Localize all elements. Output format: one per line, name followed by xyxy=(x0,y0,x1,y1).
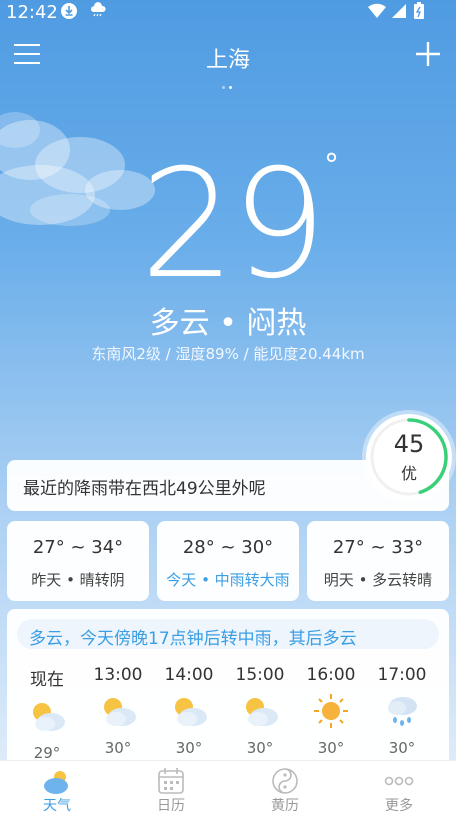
day-temp-range: 28° ~ 30° xyxy=(182,537,274,558)
day-card-yesterday[interactable]: 27° ~ 34° 昨天 • 晴转阴 xyxy=(7,521,149,601)
partly-cloudy-icon xyxy=(88,693,148,729)
aqi-value: 45 xyxy=(393,430,425,458)
bottom-nav: 天气 日历 黄历 更多 xyxy=(0,760,456,822)
add-city-icon[interactable] xyxy=(416,42,440,66)
city-name[interactable]: 上海 xyxy=(0,42,456,74)
nav-more[interactable]: 更多 xyxy=(342,761,456,822)
hour-item: 15:00 30° xyxy=(230,665,290,757)
hour-time: 14:00 xyxy=(164,665,214,685)
hour-time: 17:00 xyxy=(377,665,427,685)
hour-item: 14:00 30° xyxy=(159,665,219,757)
day-description: 昨天 • 晴转阴 xyxy=(31,571,125,589)
nav-label: 更多 xyxy=(385,798,413,814)
status-time: 12:42 xyxy=(6,2,58,23)
nav-label: 黄历 xyxy=(271,798,299,814)
day-description: 明天 • 多云转晴 xyxy=(323,571,433,589)
hour-item: 现在 29° xyxy=(17,665,77,762)
current-condition: 多云 • 闷热 xyxy=(149,306,307,341)
hour-temp: 30° xyxy=(388,739,416,757)
wifi-icon xyxy=(368,3,386,23)
hour-time: 16:00 xyxy=(306,665,356,685)
hour-item: 17:00 30° xyxy=(372,665,432,757)
current-details: 东南风2级 / 湿度89% / 能见度20.44km xyxy=(91,345,365,363)
status-bar: 12:42 xyxy=(0,0,456,24)
aqi-level: 优 xyxy=(400,464,417,483)
day-card-tomorrow[interactable]: 27° ~ 33° 明天 • 多云转晴 xyxy=(307,521,449,601)
forecast-summary-text: 多云，今天傍晚17点钟后转中雨，其后多云 xyxy=(29,629,357,649)
calendar-icon xyxy=(156,767,186,795)
hour-item: 13:00 30° xyxy=(88,665,148,757)
degree-symbol: ° xyxy=(324,148,339,183)
hour-temp: 30° xyxy=(104,739,132,757)
more-icon xyxy=(384,767,414,795)
weather-icon xyxy=(42,767,72,795)
rain-icon xyxy=(372,693,432,729)
top-bar: 上海 xyxy=(0,38,456,89)
almanac-icon xyxy=(270,767,300,795)
current-temperature: 29 xyxy=(140,138,327,312)
page-indicator xyxy=(222,74,236,89)
hour-time: 15:00 xyxy=(235,665,285,685)
download-icon xyxy=(61,3,77,19)
day-temp-range: 27° ~ 33° xyxy=(332,537,424,558)
weather-notify-icon xyxy=(89,2,107,22)
partly-cloudy-icon xyxy=(159,693,219,729)
sun-icon xyxy=(301,693,361,729)
forecast-summary: 多云，今天傍晚17点钟后转中雨，其后多云 xyxy=(17,619,439,649)
rain-notice-card[interactable]: 最近的降雨带在西北49公里外呢 xyxy=(7,460,395,511)
day-card-today[interactable]: 28° ~ 30° 今天 • 中雨转大雨 xyxy=(157,521,299,601)
hour-item: 16:00 30° xyxy=(301,665,361,757)
nav-weather[interactable]: 天气 xyxy=(0,761,114,822)
hourly-forecast-card[interactable]: 多云，今天傍晚17点钟后转中雨，其后多云 现在 29° 13:00 30° 14… xyxy=(7,609,449,769)
signal-icon xyxy=(390,3,406,23)
hour-time: 13:00 xyxy=(93,665,143,685)
partly-cloudy-icon xyxy=(230,693,290,729)
rain-notice-text: 最近的降雨带在西北49公里外呢 xyxy=(23,479,266,499)
nav-almanac[interactable]: 黄历 xyxy=(228,761,342,822)
day-temp-range: 27° ~ 34° xyxy=(32,537,124,558)
battery-icon xyxy=(413,2,425,24)
hour-temp: 30° xyxy=(317,739,345,757)
nav-label: 日历 xyxy=(157,798,185,814)
hour-time: 现在 xyxy=(30,670,64,690)
nav-label: 天气 xyxy=(43,798,71,814)
hour-temp: 30° xyxy=(246,739,274,757)
partly-cloudy-icon xyxy=(17,698,77,734)
aqi-badge[interactable]: 45 优 xyxy=(366,414,452,500)
nav-calendar[interactable]: 日历 xyxy=(114,761,228,822)
hour-temp: 30° xyxy=(175,739,203,757)
day-description: 今天 • 中雨转大雨 xyxy=(166,571,290,589)
